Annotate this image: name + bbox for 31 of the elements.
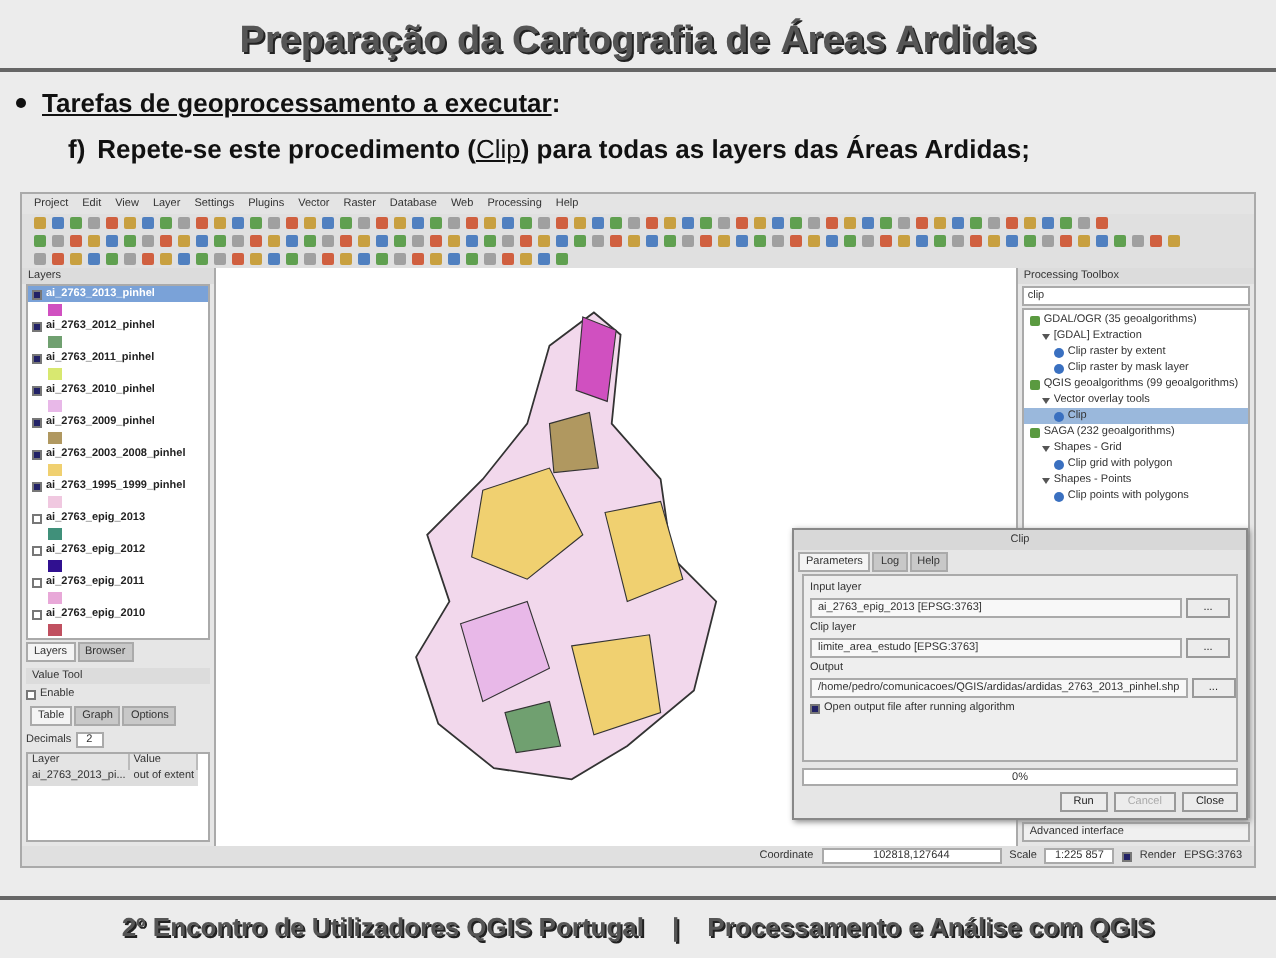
- caret-icon: [1041, 333, 1050, 339]
- footer-text: Processamento e Análise com QGIS: [707, 912, 1155, 942]
- enable-checkbox[interactable]: [26, 689, 36, 699]
- provider-icon: [1029, 315, 1040, 325]
- algorithm-icon: [1053, 459, 1064, 469]
- caret-icon: [1041, 477, 1050, 483]
- layer-checkbox[interactable]: [32, 385, 42, 395]
- bullet-icon: [16, 98, 26, 108]
- layer-checkbox[interactable]: [32, 481, 42, 491]
- provider-icon: [1029, 379, 1040, 389]
- open-output-checkbox[interactable]: [810, 703, 820, 713]
- provider-icon: [1029, 427, 1040, 437]
- slide-title: Preparação da Cartografia de Áreas Ardidas: [0, 0, 1276, 72]
- layer-checkbox[interactable]: [32, 513, 42, 523]
- layer-checkbox[interactable]: [32, 289, 42, 299]
- layer-checkbox[interactable]: [32, 577, 42, 587]
- step-marker: f): [68, 134, 86, 164]
- algorithm-icon: [1053, 491, 1064, 501]
- layer-checkbox[interactable]: [32, 353, 42, 363]
- layer-checkbox[interactable]: [32, 545, 42, 555]
- caret-icon: [1041, 445, 1050, 451]
- bullet-text: Tarefas de geoprocessamento a executar:: [42, 88, 561, 118]
- layer-checkbox[interactable]: [32, 449, 42, 459]
- render-checkbox[interactable]: [1121, 851, 1132, 861]
- layer-checkbox[interactable]: [32, 417, 42, 427]
- footer-separator: |: [672, 912, 680, 942]
- layer-checkbox[interactable]: [32, 321, 42, 331]
- algorithm-icon: [1053, 411, 1064, 421]
- step-text: Repete-se este procedimento (Clip) para todas as layers das Áreas Ardidas;: [97, 134, 1030, 164]
- footer-text: 2º Encontro de Utilizadores QGIS Portugal: [121, 912, 645, 942]
- layer-checkbox[interactable]: [32, 609, 42, 619]
